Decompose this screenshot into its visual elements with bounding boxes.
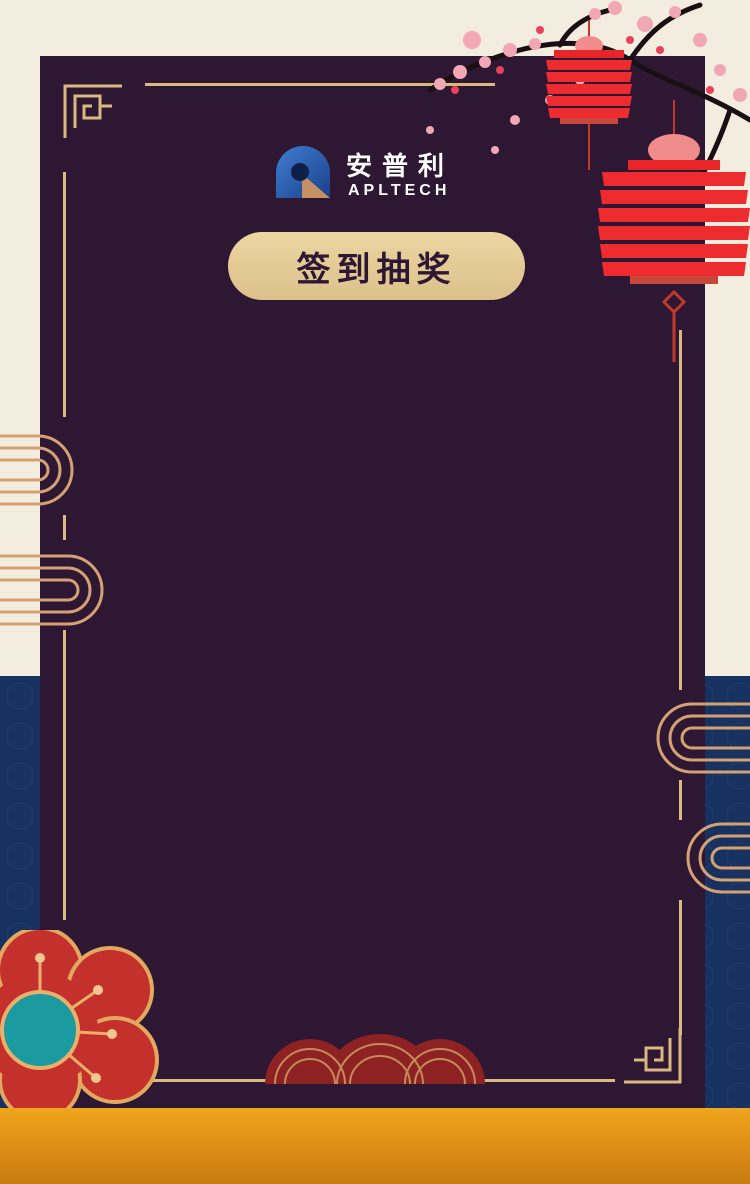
checkin-lottery-label: 签到抽奖	[296, 249, 457, 290]
apltech-logo-icon	[275, 145, 331, 198]
frame-left-line	[63, 172, 66, 417]
corner-knot-icon	[624, 1028, 682, 1084]
checkin-lottery-button[interactable]: 签到抽奖	[228, 232, 525, 300]
brand-name-cn: 安普利	[346, 152, 455, 182]
cloud-wave-icon	[265, 1034, 485, 1084]
corner-knot-icon	[63, 84, 122, 138]
brand-logo: 安普利 APLTECH	[272, 144, 462, 204]
lantern-icon	[598, 100, 750, 362]
frame-left-line-3	[63, 630, 66, 920]
cloud-wave-icon	[0, 434, 104, 626]
flower-icon	[0, 930, 159, 1110]
frame-right-line	[679, 330, 682, 690]
cloud-wave-icon	[656, 702, 750, 894]
frame-right-line-3	[679, 900, 682, 1035]
brand-name-en: APLTECH	[348, 182, 451, 199]
footer-gold-bar	[0, 1108, 750, 1184]
